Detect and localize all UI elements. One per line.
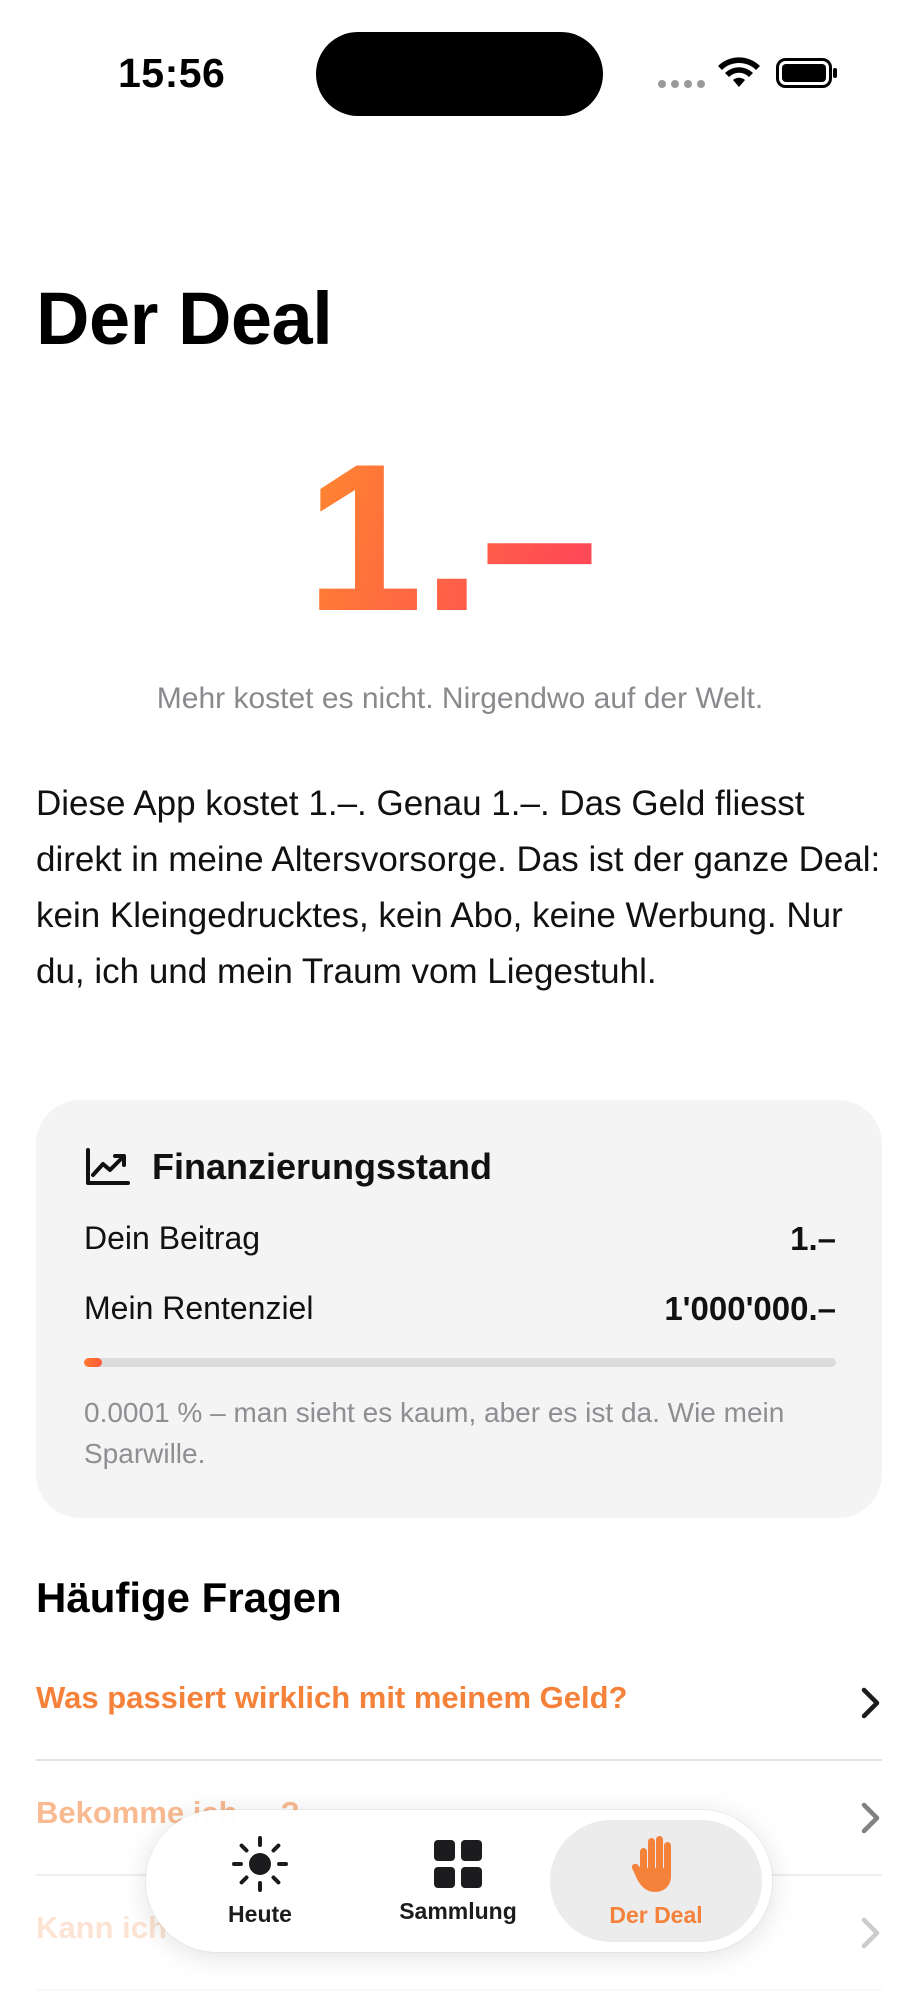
contribution-row: Dein Beitrag 1.– (84, 1220, 836, 1258)
tab-bar: Heute Sammlung Der Deal (146, 1810, 772, 1952)
grid-icon (434, 1839, 482, 1888)
goal-label: Mein Rentenziel (84, 1290, 314, 1326)
screen: 15:56 Der Deal 1.– Mehr kostet es nicht.… (0, 0, 920, 2000)
tab-label: Heute (228, 1900, 292, 1927)
tab-label: Sammlung (399, 1897, 517, 1924)
faq-title: Häufige Fragen (36, 1574, 342, 1621)
progress-bar (84, 1358, 836, 1367)
wifi-icon (718, 57, 760, 87)
progress-bar-fill (84, 1358, 102, 1367)
tab-heute[interactable]: Heute (162, 1820, 358, 1942)
price-value: 1.– (306, 440, 598, 630)
battery-icon (776, 58, 837, 88)
funding-card: Finanzierungsstand Dein Beitrag 1.– Mein… (36, 1100, 882, 1518)
card-title: Finanzierungsstand (152, 1146, 493, 1187)
chevron-right-icon (861, 1802, 880, 1834)
cellular-signal-icon (658, 80, 705, 88)
goal-value: 1'000'000.– (664, 1290, 836, 1327)
tab-label: Der Deal (609, 1901, 703, 1928)
card-header: Finanzierungsstand (84, 1146, 492, 1188)
chevron-right-icon (861, 1917, 880, 1949)
status-time: 15:56 (118, 50, 226, 96)
dynamic-island (316, 32, 603, 116)
price-subtitle: Mehr kostet es nicht. Nirgendwo auf der … (156, 682, 764, 715)
faq-item[interactable]: Was passiert wirklich mit meinem Geld? (36, 1646, 882, 1761)
progress-note: 0.0001 % – man sieht es kaum, aber es is… (84, 1397, 785, 1469)
tab-der-deal[interactable]: Der Deal (550, 1820, 762, 1942)
sun-icon (232, 1835, 288, 1892)
goal-row: Mein Rentenziel 1'000'000.– (84, 1290, 836, 1328)
intro-text: Diese App kostet 1.–. Genau 1.–. Das Gel… (36, 784, 881, 991)
contribution-label: Dein Beitrag (84, 1220, 261, 1256)
faq-question: Was passiert wirklich mit meinem Geld? (36, 1680, 628, 1715)
price-display: 1.– (306, 440, 598, 630)
chart-line-uptrend-icon (86, 1148, 130, 1185)
chevron-right-icon (861, 1687, 880, 1719)
contribution-value: 1.– (790, 1220, 836, 1257)
hand-raised-icon (631, 1835, 671, 1892)
page-title: Der Deal (36, 277, 333, 360)
tab-sammlung[interactable]: Sammlung (360, 1820, 556, 1942)
